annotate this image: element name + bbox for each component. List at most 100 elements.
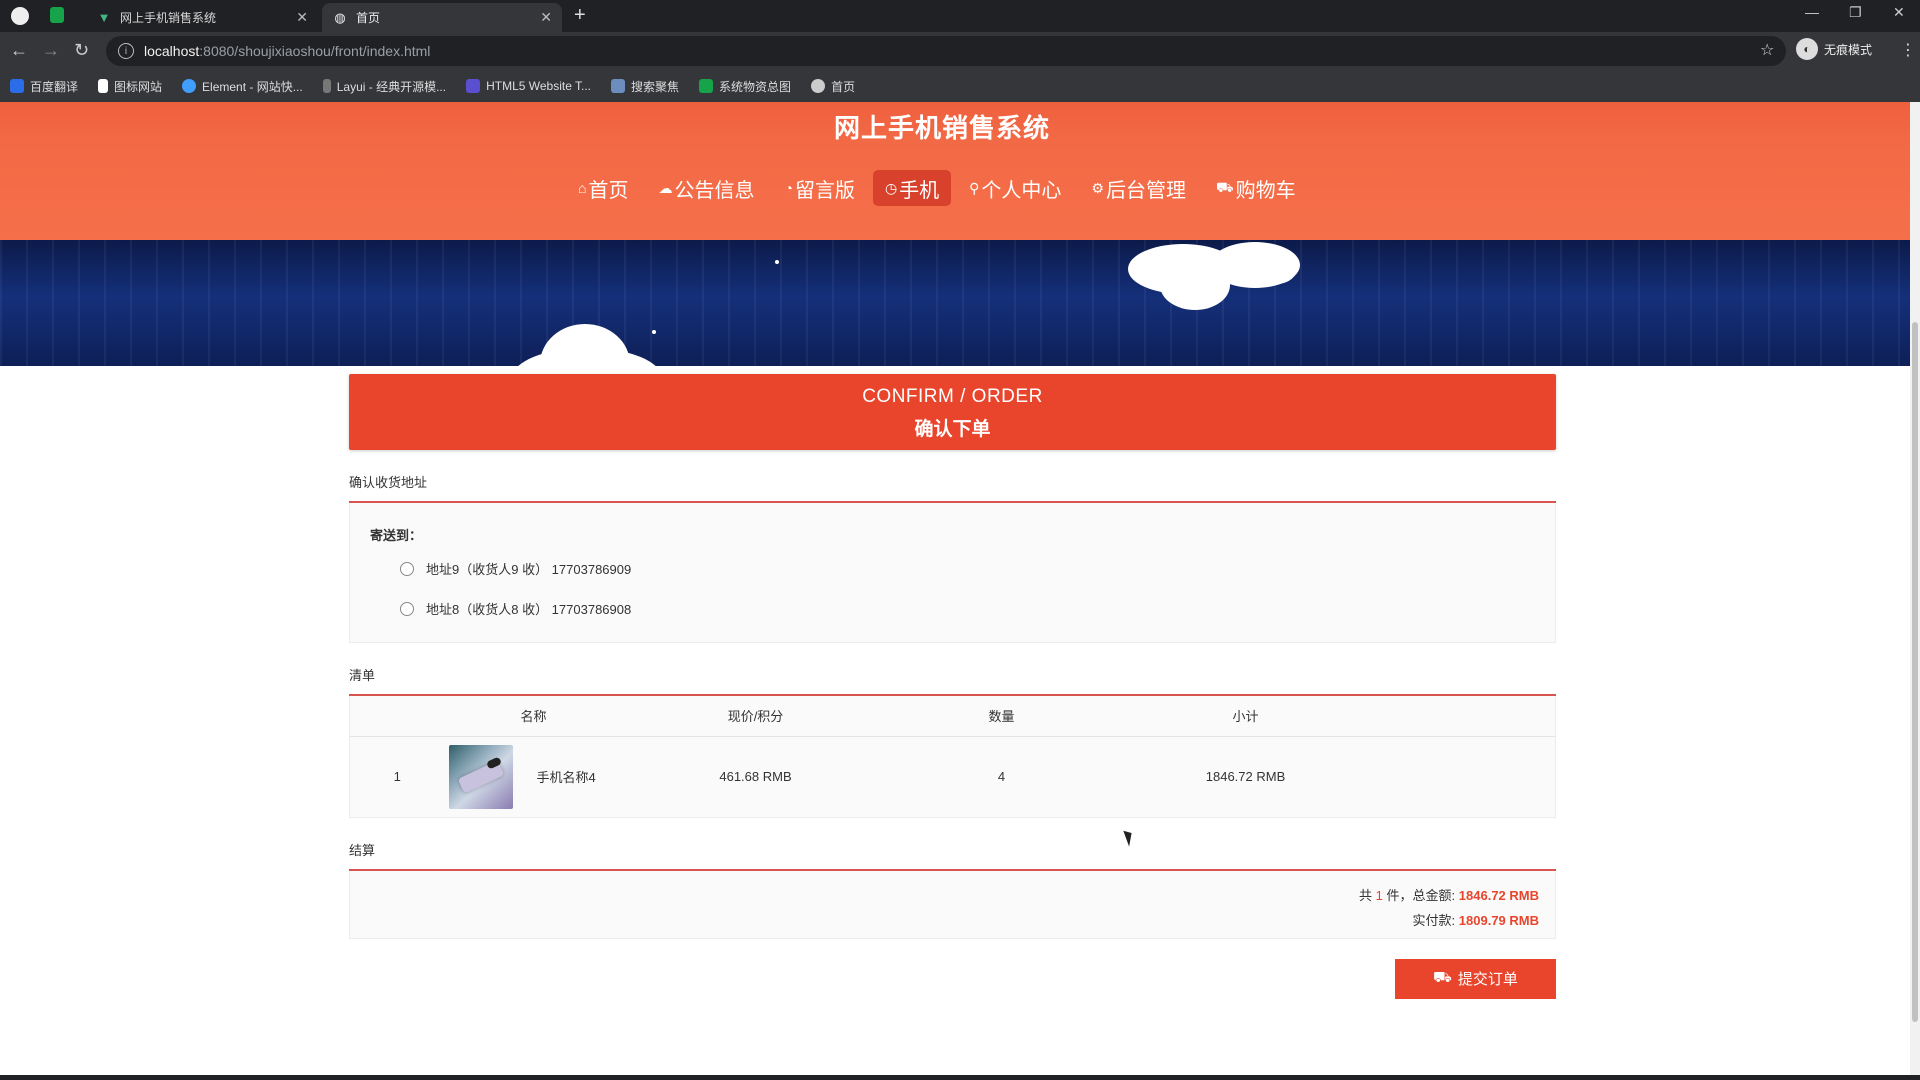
book-icon <box>611 79 626 93</box>
nav-cart[interactable]: ⛟ 购物车 <box>1204 170 1308 206</box>
new-tab-icon[interactable]: + <box>574 4 586 27</box>
window-bottom-edge <box>0 1075 1920 1080</box>
cart-icon: ⛟ <box>1433 969 1452 986</box>
address-text: 地址8（收货人8 收） 17703786908 <box>426 602 632 617</box>
nav-phones[interactable]: ◷ 手机 <box>872 170 952 206</box>
address-option[interactable]: 地址8（收货人8 收） 17703786908 <box>400 594 1535 623</box>
item-count: 1 <box>1375 887 1383 903</box>
more-menu-icon[interactable]: ⋮ <box>1900 40 1916 60</box>
bookmark-label: 图标网站 <box>114 79 163 94</box>
radio-button[interactable] <box>400 601 414 616</box>
tab-home[interactable]: ◍ 首页 ✕ <box>322 3 562 32</box>
bookmark-item[interactable]: 首页 <box>811 78 855 95</box>
cloud-icon: ☁ <box>658 179 673 196</box>
tab-title: 网上手机销售系统 <box>120 11 217 25</box>
row-blank <box>1377 736 1556 817</box>
count-prefix: 共 <box>1359 887 1373 903</box>
close-window-icon[interactable]: ✕ <box>1893 4 1905 21</box>
count-suffix: 件，总金额: <box>1386 887 1456 903</box>
bookmark-item[interactable]: 百度翻译 <box>10 78 78 95</box>
incognito-icon: ◐ <box>1796 38 1818 60</box>
col-qty: 数量 <box>888 696 1115 737</box>
info-icon[interactable]: i <box>118 43 134 59</box>
nav-guestbook[interactable]: ◔ 留言版 <box>772 170 866 206</box>
bookmark-item[interactable]: Layui - 经典开源模... <box>322 78 447 95</box>
list-section-title: 清单 <box>349 665 1556 696</box>
settle-section-title: 结算 <box>349 840 1556 871</box>
paid-label: 实付款: <box>1412 912 1456 928</box>
bookmark-app-icon[interactable] <box>50 7 64 23</box>
send-to-label: 寄送到： <box>370 528 423 543</box>
nav-admin[interactable]: ⚙ 后台管理 <box>1079 170 1198 206</box>
radio-button[interactable] <box>400 561 414 576</box>
flag-icon <box>98 79 109 93</box>
table-row: 1 手机名称4 461.68 RMB 4 1846.72 RMB <box>350 736 1556 817</box>
product-qty: 4 <box>997 769 1006 784</box>
header-zh: 确认下单 <box>914 419 991 440</box>
minimize-icon[interactable]: — <box>1805 4 1819 20</box>
col-index <box>349 696 445 737</box>
layui-icon <box>322 79 331 93</box>
html5-icon <box>466 79 481 93</box>
product-cell: 手机名称4 <box>445 736 623 817</box>
submit-order-button[interactable]: ⛟ 提交订单 <box>1395 958 1556 999</box>
site-title: 网上手机销售系统 <box>833 113 1050 143</box>
star-dot <box>652 330 656 334</box>
nav-home[interactable]: ⌂ 首页 <box>566 170 640 206</box>
nav-announcements[interactable]: ☁ 公告信息 <box>646 170 766 206</box>
cart-icon: ⛟ <box>1215 178 1234 195</box>
tab-system[interactable]: ▼ 网上手机销售系统 ✕ <box>86 3 318 32</box>
total-amount: 1846.72 RMB <box>1458 887 1539 903</box>
table-header-row: 名称 现价/积分 数量 小计 <box>349 696 1556 737</box>
reload-icon[interactable]: ↻ <box>74 40 89 61</box>
bookmark-label: Layui - 经典开源模... <box>336 79 447 94</box>
address-section-title: 确认收货地址 <box>349 472 1556 503</box>
submit-label: 提交订单 <box>1457 971 1518 988</box>
restore-icon[interactable]: ❐ <box>1849 4 1862 21</box>
forward-icon[interactable]: → <box>42 40 60 61</box>
close-icon[interactable]: ✕ <box>540 9 552 26</box>
sheet-icon <box>699 79 714 93</box>
order-content: CONFIRM / ORDER 确认下单 确认收货地址 寄送到： 地址9（收货人… <box>349 374 1556 999</box>
tab-title: 首页 <box>356 11 381 25</box>
page-scrollbar[interactable] <box>1910 102 1920 1080</box>
submit-wrap: ⛟ 提交订单 <box>349 958 1556 999</box>
scrollbar-thumb[interactable] <box>1912 322 1918 1022</box>
nav-label: 个人中心 <box>981 179 1062 202</box>
hero-banner <box>0 240 1910 366</box>
bookmark-item[interactable]: HTML5 Website T... <box>466 79 591 93</box>
header-en: CONFIRM / ORDER <box>862 386 1043 407</box>
nav-user-center[interactable]: ⚲ 个人中心 <box>957 170 1073 206</box>
nav-label: 公告信息 <box>674 179 755 202</box>
address-panel: 寄送到： 地址9（收货人9 收） 17703786909 地址8（收货人8 收）… <box>349 503 1556 643</box>
address-bar[interactable]: i localhost:8080/shoujixiaoshou/front/in… <box>106 36 1786 66</box>
web-page: 网上手机销售系统 ⌂ 首页 ☁ 公告信息 ◔ 留言版 ◷ 手机 ⚲ 个人中心 ⚙ 后台管理 … <box>0 102 1910 1080</box>
bookmark-item[interactable]: 图标网站 <box>98 78 162 95</box>
settlement-panel: 共 1 件，总金额: 1846.72 RMB 实付款: 1809.79 RMB <box>349 870 1556 939</box>
site-header: 网上手机销售系统 ⌂ 首页 ☁ 公告信息 ◔ 留言版 ◷ 手机 ⚲ 个人中心 ⚙ 后台管理 … <box>0 102 1910 240</box>
globe-icon <box>811 79 826 93</box>
total-line: 共 1 件，总金额: 1846.72 RMB <box>350 885 1539 904</box>
bookmark-star-icon[interactable]: ☆ <box>1760 40 1774 60</box>
banner-stripes <box>0 240 1910 366</box>
bookmark-label: HTML5 Website T... <box>486 79 592 93</box>
back-icon[interactable]: ← <box>10 40 28 61</box>
close-icon[interactable]: ✕ <box>296 9 308 26</box>
link-icon: ⚙ <box>1091 179 1104 196</box>
user-icon: ⚲ <box>969 179 980 196</box>
nav-label: 购物车 <box>1235 179 1296 202</box>
url-host: localhost <box>144 43 200 59</box>
bookmark-item[interactable]: Element - 网站快... <box>182 78 303 95</box>
address-option[interactable]: 地址9（收货人9 收） 17703786909 <box>400 554 1535 583</box>
col-price: 现价/积分 <box>622 696 889 737</box>
globe-icon: ◍ <box>334 9 346 25</box>
url-path: :8080/shoujixiaoshou/front/index.html <box>199 43 431 59</box>
chrome-menu-icon[interactable] <box>11 7 29 25</box>
browser-toolbar: ← → ↻ i localhost:8080/shoujixiaoshou/fr… <box>0 32 1920 70</box>
bookmark-item[interactable]: 系统物资总图 <box>699 78 791 95</box>
col-blank <box>1376 696 1556 737</box>
product-thumbnail[interactable] <box>448 744 513 809</box>
bookmark-item[interactable]: 搜索聚焦 <box>611 78 679 95</box>
incognito-profile[interactable]: ◐ 无痕模式 <box>1796 38 1872 60</box>
star-dot <box>775 260 779 264</box>
